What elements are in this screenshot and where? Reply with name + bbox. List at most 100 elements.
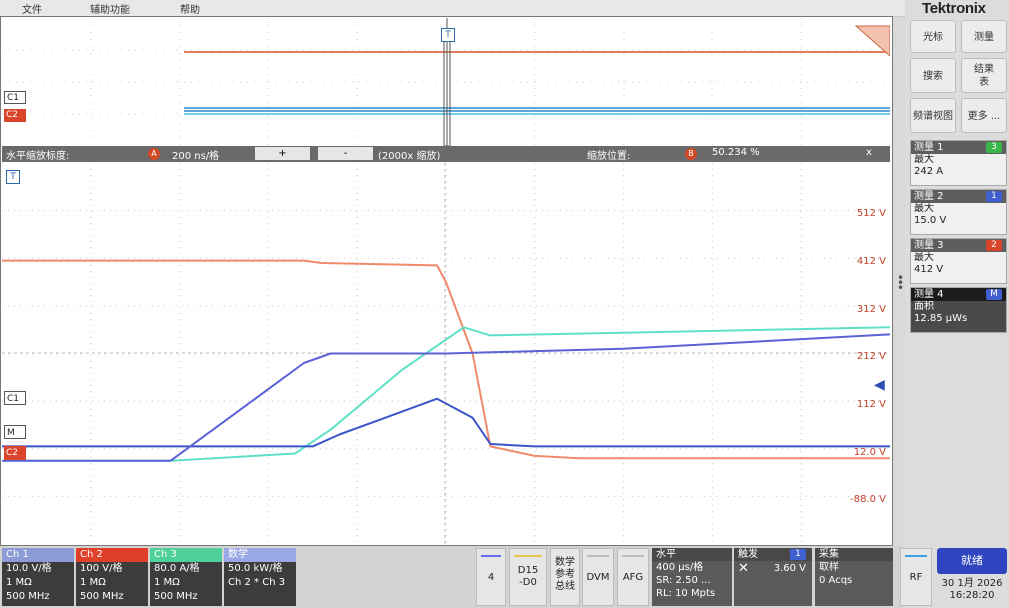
acquisition-badge[interactable]: 采集 取样 0 Acqs bbox=[815, 548, 893, 606]
measurement-3-type: 最大 bbox=[914, 252, 934, 263]
brand-logo: Tektronix bbox=[922, 0, 986, 17]
channel-1-name: Ch 1 bbox=[2, 548, 74, 562]
math-ref-bus-line2: 参考 bbox=[555, 569, 575, 580]
plot-c2-label[interactable]: C2 bbox=[4, 446, 26, 460]
channel-1-badge[interactable]: Ch 1 10.0 V/格 1 MΩ 500 MHz bbox=[2, 548, 74, 606]
y-scale-label: 112 V bbox=[856, 398, 886, 410]
date-label: 30 1月 2026 bbox=[941, 578, 1003, 589]
channel-2-impedance: 1 MΩ bbox=[80, 577, 106, 588]
measurement-2[interactable]: 测量 2 1 最大 15.0 V bbox=[910, 189, 1007, 235]
overview-waveform-area[interactable]: T C1 C2 bbox=[2, 18, 890, 146]
acquisition-mode: 取样 bbox=[819, 562, 839, 573]
afg-label: AFG bbox=[622, 572, 644, 583]
channel-2-name: Ch 2 bbox=[76, 548, 148, 562]
dvm-label: DVM bbox=[586, 572, 610, 583]
results-table-button[interactable]: 结果 表 bbox=[961, 58, 1007, 93]
trace-c3 bbox=[2, 326, 890, 462]
measurement-3[interactable]: 测量 3 2 最大 412 V bbox=[910, 238, 1007, 284]
overview-c1-label[interactable]: C1 bbox=[4, 91, 26, 104]
math-expression: Ch 2 * Ch 3 bbox=[228, 577, 286, 588]
zoom-scale-value[interactable]: 200 ns/格 bbox=[172, 147, 219, 162]
measurement-4[interactable]: 测量 4 M 面积 12.85 µWs bbox=[910, 287, 1007, 333]
zoom-out-button[interactable]: - bbox=[318, 147, 373, 160]
rf-label: RF bbox=[909, 572, 923, 583]
horizontal-badge[interactable]: 水平 400 µs/格 SR: 2.50 ... RL: 10 Mpts bbox=[652, 548, 732, 606]
horizontal-scale: 400 µs/格 bbox=[656, 562, 704, 573]
panel-drag-handle-icon[interactable]: • • • bbox=[897, 272, 904, 294]
more-button[interactable]: 更多 ... bbox=[961, 98, 1007, 133]
measurement-1[interactable]: 测量 1 3 最大 242 A bbox=[910, 140, 1007, 186]
menu-file[interactable]: 文件 bbox=[22, 1, 42, 16]
rf-color-bar bbox=[905, 555, 927, 557]
search-button[interactable]: 搜索 bbox=[910, 58, 956, 93]
measurement-3-value: 412 V bbox=[914, 264, 944, 275]
digital-label-2: -D0 bbox=[519, 577, 537, 588]
zoom-position-label: 缩放位置: bbox=[587, 151, 631, 162]
waveform-plot-svg bbox=[2, 163, 890, 544]
measurement-2-badge: 1 bbox=[986, 191, 1002, 202]
rf-button[interactable]: RF bbox=[900, 548, 932, 606]
measurement-1-type: 最大 bbox=[914, 154, 934, 165]
measurement-4-type: 面积 bbox=[914, 301, 934, 312]
y-scale-label: -88.0 V bbox=[850, 494, 886, 506]
results-table-line1: 结果 bbox=[974, 64, 994, 75]
math-ref-bus-button[interactable]: 数学 参考 总线 bbox=[550, 548, 580, 606]
math-ref-bus-line3: 总线 bbox=[555, 581, 575, 592]
horizontal-title: 水平 bbox=[652, 548, 732, 561]
measurement-1-title: 测量 1 bbox=[914, 142, 944, 153]
ref-color-bar bbox=[481, 555, 501, 557]
channel-3-bandwidth: 500 MHz bbox=[154, 591, 198, 602]
zoomed-waveform-area[interactable]: T C1 M C2 ◀ 512 V 412 V 312 V 212 V 112 V 12.… bbox=[2, 163, 890, 544]
afg-button[interactable]: AFG bbox=[617, 548, 649, 606]
afg-color-bar bbox=[622, 555, 644, 557]
measurement-2-type: 最大 bbox=[914, 203, 934, 214]
trigger-level: 3.60 V bbox=[773, 563, 806, 574]
measure-button[interactable]: 测量 bbox=[961, 20, 1007, 53]
channel-3-badge[interactable]: Ch 3 80.0 A/格 1 MΩ 500 MHz bbox=[150, 548, 222, 606]
measurement-1-badge: 3 bbox=[986, 142, 1002, 153]
channel-1-impedance: 1 MΩ bbox=[6, 577, 32, 588]
plot-c1-label[interactable]: C1 bbox=[4, 391, 26, 405]
knob-a-icon: A bbox=[148, 148, 160, 160]
channel-1-scale: 10.0 V/格 bbox=[6, 563, 52, 574]
y-scale-label: 412 V bbox=[856, 256, 886, 267]
trigger-badge[interactable]: 触发 1 ✕ 3.60 V bbox=[734, 548, 812, 606]
measurement-4-badge: M bbox=[986, 289, 1002, 300]
zoom-close-button[interactable]: x bbox=[866, 147, 872, 158]
knob-b-icon: B bbox=[685, 148, 697, 160]
menu-bar: 文件 辅助功能 帮助 bbox=[0, 0, 905, 17]
spectrum-view-button[interactable]: 频谱视图 bbox=[910, 98, 956, 133]
zoom-in-button[interactable]: + bbox=[255, 147, 310, 160]
zoom-position-value[interactable]: 50.234 % bbox=[712, 147, 760, 158]
zoom-scale-label: 水平缩放标度: bbox=[6, 151, 70, 162]
y-scale-label: 212 V bbox=[856, 351, 886, 363]
y-scale-label: 512 V bbox=[856, 208, 886, 220]
horizontal-record-length: RL: 10 Mpts bbox=[656, 588, 716, 599]
results-table-line2: 表 bbox=[979, 77, 989, 88]
menu-utility[interactable]: 辅助功能 bbox=[90, 1, 130, 16]
dvm-button[interactable]: DVM bbox=[582, 548, 614, 606]
channel-1-bandwidth: 500 MHz bbox=[6, 591, 50, 602]
measurement-3-title: 测量 3 bbox=[914, 240, 944, 251]
channel-3-scale: 80.0 A/格 bbox=[154, 563, 200, 574]
channel-2-bandwidth: 500 MHz bbox=[80, 591, 124, 602]
dvm-color-bar bbox=[587, 555, 609, 557]
menu-help[interactable]: 帮助 bbox=[180, 1, 200, 16]
measurement-4-value: 12.85 µWs bbox=[914, 313, 968, 324]
math-badge[interactable]: 数学 50.0 kW/格 Ch 2 * Ch 3 bbox=[224, 548, 296, 606]
ref-channel-button[interactable]: 4 bbox=[476, 548, 506, 606]
plot-m-label[interactable]: M bbox=[4, 425, 26, 439]
channel-2-badge[interactable]: Ch 2 100 V/格 1 MΩ 500 MHz bbox=[76, 548, 148, 606]
cursor-button[interactable]: 光标 bbox=[910, 20, 956, 53]
overview-c2-label[interactable]: C2 bbox=[4, 109, 26, 122]
digital-label-1: D15 bbox=[517, 565, 539, 576]
acquisition-title: 采集 bbox=[815, 548, 893, 561]
overview-trigger-marker[interactable]: T bbox=[441, 28, 455, 42]
zoom-factor: (2000x 缩放) bbox=[378, 151, 441, 162]
trigger-title: 触发 bbox=[738, 549, 758, 560]
trigger-level-arrow-icon[interactable]: ◀ bbox=[874, 377, 885, 393]
digital-channels-button[interactable]: D15 -D0 bbox=[509, 548, 547, 606]
run-status-button[interactable]: 就绪 bbox=[937, 548, 1007, 574]
y-scale-label: 12.0 V bbox=[853, 446, 886, 458]
plot-trigger-marker[interactable]: T bbox=[6, 170, 20, 184]
